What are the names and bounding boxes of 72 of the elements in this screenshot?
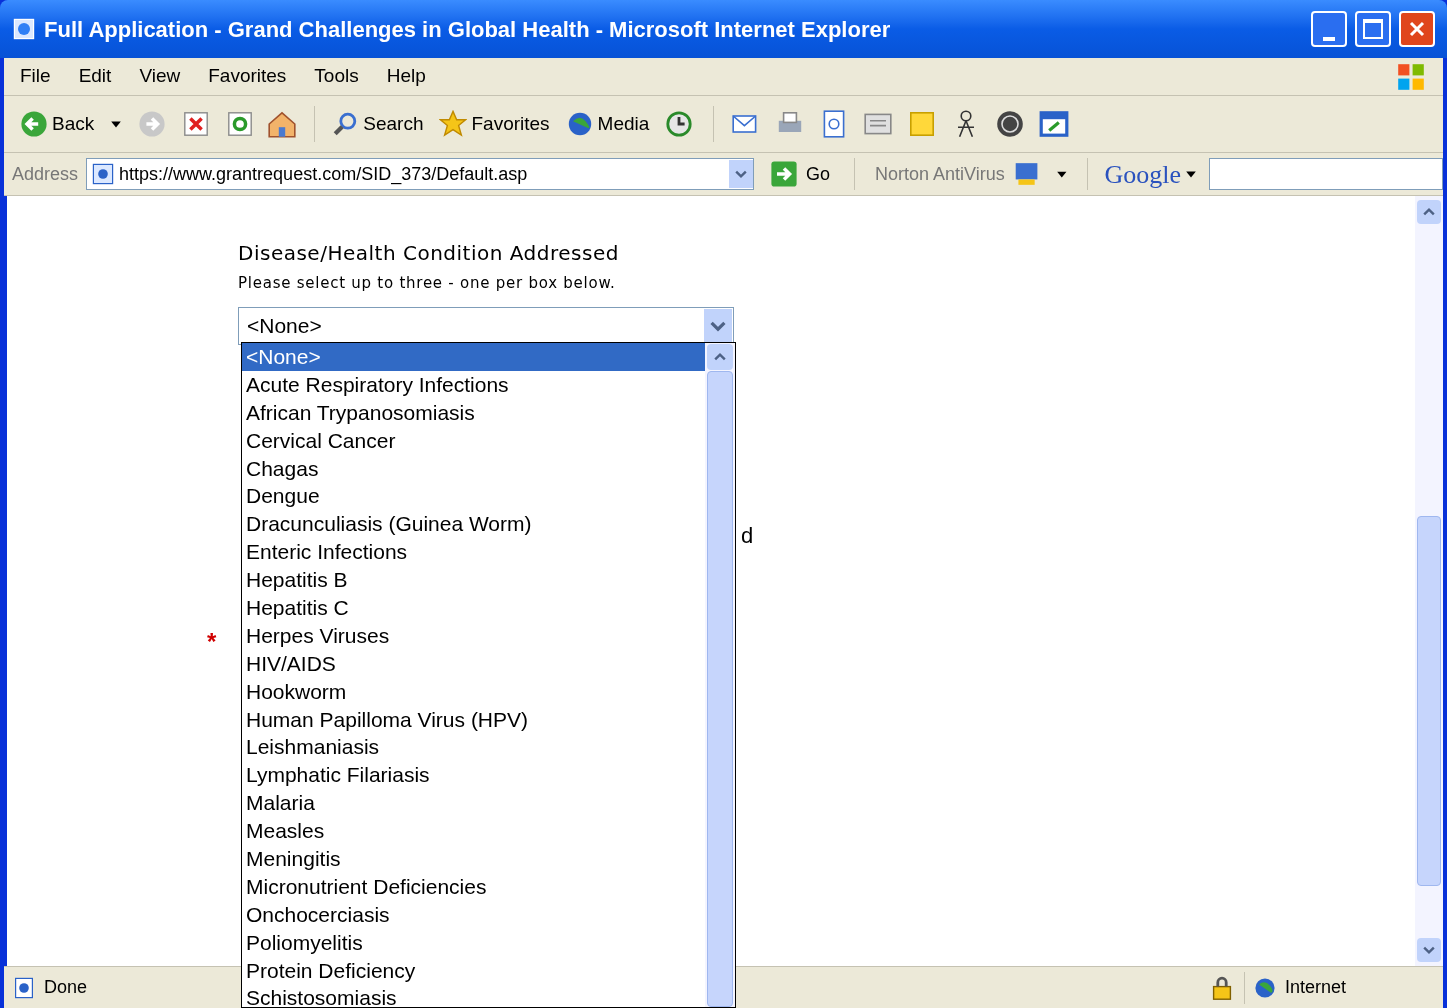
scroll-up-button[interactable] <box>707 344 733 370</box>
menu-item[interactable]: Help <box>386 62 426 91</box>
star-icon <box>439 110 468 138</box>
chevron-up-icon <box>1423 206 1435 218</box>
page-scrollbar[interactable] <box>1415 196 1443 966</box>
field-heading: Disease/Health Condition Addressed <box>238 240 620 267</box>
scroll-thumb[interactable] <box>1417 516 1441 886</box>
window-icon[interactable] <box>1038 108 1071 140</box>
scroll-down-button[interactable] <box>1417 938 1441 962</box>
dropdown-option[interactable]: Human Papilloma Virus (HPV) <box>242 705 705 734</box>
dropdown-option[interactable]: Measles <box>242 817 705 846</box>
page-text: d <box>741 522 754 550</box>
status-text: Done <box>44 976 88 999</box>
list-scrollbar[interactable] <box>705 343 735 1007</box>
menu-item[interactable]: Tools <box>314 62 359 91</box>
required-mark: * <box>207 627 217 657</box>
dropdown-option[interactable]: Poliomyelitis <box>242 928 705 957</box>
back-button[interactable]: Back <box>16 109 99 139</box>
dropdown-option[interactable]: Onchocerciasis <box>242 900 705 929</box>
scroll-thumb[interactable] <box>707 371 733 1007</box>
dropdown-option[interactable]: Herpes Viruses <box>242 621 705 650</box>
norton-label: Norton AntiVirus <box>875 162 1005 186</box>
dropdown-option[interactable]: African Trypanosomiasis <box>242 398 705 427</box>
window-title: Full Application - Grand Challenges in Global Health - Microsoft Internet Explorer <box>44 15 892 44</box>
dropdown-option[interactable]: Cervical Cancer <box>242 426 705 455</box>
dropdown-option[interactable]: Dracunculiasis (Guinea Worm) <box>242 510 705 539</box>
menu-item[interactable]: Favorites <box>208 62 287 91</box>
dropdown-option[interactable]: Meningitis <box>242 845 705 873</box>
dropdown-option[interactable]: <None> <box>242 343 705 371</box>
favorites-button[interactable]: Favorites <box>431 109 558 139</box>
dropdown-button[interactable] <box>704 308 732 343</box>
close-button[interactable] <box>1399 11 1435 47</box>
google-button[interactable]: Google <box>1100 154 1201 194</box>
refresh-icon[interactable] <box>226 110 255 138</box>
field-hint: Please select up to three - one per box below. <box>238 273 617 294</box>
dropdown-option[interactable]: Hepatitis C <box>242 594 705 622</box>
dropdown-option[interactable]: Dengue <box>242 482 705 511</box>
page-icon <box>91 162 116 186</box>
dropdown-option[interactable]: Leishmaniasis <box>242 733 705 762</box>
dropdown-option[interactable]: Enteric Infections <box>242 538 705 567</box>
dropdown-option[interactable]: HIV/AIDS <box>242 649 705 678</box>
chevron-down-icon <box>735 168 748 180</box>
chevron-down-icon <box>1423 944 1435 956</box>
menu-item[interactable]: View <box>139 62 181 91</box>
zone-text: Internet <box>1285 976 1348 999</box>
dropdown-option[interactable]: Hepatitis B <box>242 566 705 594</box>
dropdown-option[interactable]: Malaria <box>242 789 705 818</box>
media-button[interactable]: Media <box>561 109 654 139</box>
menu-item[interactable]: File <box>20 62 51 91</box>
dropdown-option[interactable]: Chagas <box>242 454 705 483</box>
dropdown-option[interactable]: Schistosomiasis <box>242 984 705 1007</box>
dropdown-option[interactable]: Hookworm <box>242 677 705 706</box>
maximize-button[interactable] <box>1355 11 1391 47</box>
address-label: Address <box>12 162 79 186</box>
page-icon <box>12 975 36 1000</box>
scroll-up-button[interactable] <box>1417 200 1441 224</box>
google-search-field[interactable] <box>1209 158 1443 190</box>
arrow-right-icon <box>770 160 799 188</box>
history-icon[interactable] <box>665 110 694 138</box>
minimize-button[interactable] <box>1311 11 1347 47</box>
close-icon <box>1407 19 1427 39</box>
go-button[interactable]: Go <box>766 160 835 188</box>
address-field[interactable]: https://www.grantrequest.com/SID_373/Default.asp <box>86 158 755 190</box>
dropdown-option[interactable]: Micronutrient Deficiencies <box>242 872 705 901</box>
search-button[interactable]: Search <box>327 109 428 139</box>
stop-icon[interactable] <box>182 110 211 138</box>
dropdown-option[interactable]: Lymphatic Filariasis <box>242 761 705 790</box>
dropdown-option[interactable]: Acute Respiratory Infections <box>242 370 705 399</box>
chevron-up-icon <box>714 351 726 363</box>
menu-item[interactable]: Edit <box>78 62 112 91</box>
browser-icon <box>12 17 36 41</box>
dropdown-option[interactable]: Protein Deficiency <box>242 956 705 985</box>
